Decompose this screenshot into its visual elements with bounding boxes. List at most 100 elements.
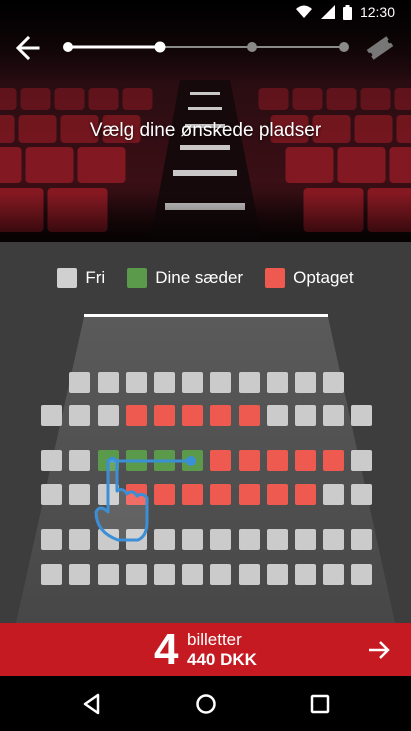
seat-free[interactable] bbox=[69, 529, 91, 550]
seat-map: Fri Dine sæder Optaget bbox=[0, 242, 411, 623]
seat-free[interactable] bbox=[323, 405, 345, 426]
seat-occupied bbox=[323, 450, 345, 471]
seat-free[interactable] bbox=[97, 405, 119, 426]
wifi-icon bbox=[295, 5, 312, 18]
signal-icon bbox=[320, 5, 335, 19]
seat-free[interactable] bbox=[41, 564, 63, 585]
seat-free[interactable] bbox=[125, 564, 147, 585]
seat-free[interactable] bbox=[351, 484, 373, 505]
seat-free[interactable] bbox=[154, 564, 175, 585]
battery-icon bbox=[342, 4, 352, 20]
hero-title: Vælg dine ønskede pladser bbox=[89, 120, 322, 141]
seat-free[interactable] bbox=[266, 372, 288, 393]
seat-occupied bbox=[125, 405, 147, 426]
seat-occupied bbox=[210, 405, 232, 426]
progress-step bbox=[63, 42, 73, 52]
seat-free[interactable] bbox=[351, 450, 373, 471]
legend-swatch bbox=[265, 268, 286, 288]
seat-free[interactable] bbox=[69, 484, 91, 505]
home-circle-icon[interactable] bbox=[192, 690, 220, 718]
ticket-icon[interactable] bbox=[364, 34, 396, 62]
seat-free[interactable] bbox=[125, 529, 147, 550]
seat-free[interactable] bbox=[41, 450, 63, 471]
seat-free[interactable] bbox=[154, 529, 175, 550]
booking-progress bbox=[63, 41, 349, 53]
seat-free[interactable] bbox=[238, 372, 260, 393]
legend-item-occupied: Optaget bbox=[265, 268, 354, 288]
progress-step bbox=[247, 42, 257, 52]
arrow-right-icon[interactable] bbox=[364, 635, 394, 665]
seat-free[interactable] bbox=[69, 372, 91, 393]
seat-free[interactable] bbox=[69, 405, 91, 426]
system-nav-bar bbox=[0, 676, 411, 731]
seat-free[interactable] bbox=[182, 564, 204, 585]
seat-selected[interactable] bbox=[154, 450, 175, 471]
checkout-bar[interactable]: 4 billetter 440 DKK bbox=[0, 623, 411, 676]
seat-occupied bbox=[154, 484, 175, 505]
seat-occupied bbox=[238, 484, 260, 505]
seat-free[interactable] bbox=[154, 372, 175, 393]
seat-occupied bbox=[238, 405, 260, 426]
seat-free[interactable] bbox=[97, 372, 119, 393]
back-triangle-icon[interactable] bbox=[78, 690, 106, 718]
seat-free[interactable] bbox=[323, 529, 345, 550]
seat-free[interactable] bbox=[351, 405, 373, 426]
seat-free[interactable] bbox=[41, 529, 63, 550]
seat-free[interactable] bbox=[295, 372, 316, 393]
seat-free[interactable] bbox=[97, 564, 119, 585]
seat-free[interactable] bbox=[266, 405, 288, 426]
seat-occupied bbox=[182, 484, 204, 505]
status-bar: 12:30 bbox=[0, 0, 411, 24]
seat-free[interactable] bbox=[182, 372, 204, 393]
progress-step bbox=[154, 41, 166, 53]
seat-free[interactable] bbox=[238, 529, 260, 550]
seat-occupied bbox=[182, 405, 204, 426]
seat-free[interactable] bbox=[41, 405, 63, 426]
seat-free[interactable] bbox=[295, 405, 316, 426]
recents-square-icon[interactable] bbox=[306, 690, 334, 718]
status-time: 12:30 bbox=[359, 4, 395, 20]
seat-occupied bbox=[295, 450, 316, 471]
seat-free[interactable] bbox=[323, 484, 345, 505]
seat-occupied bbox=[295, 484, 316, 505]
seat-free[interactable] bbox=[97, 484, 119, 505]
seat-selected[interactable] bbox=[182, 450, 204, 471]
seat-free[interactable] bbox=[69, 564, 91, 585]
seat-free[interactable] bbox=[266, 529, 288, 550]
cinema-screen bbox=[84, 314, 328, 317]
legend-label: Fri bbox=[85, 268, 106, 287]
seat-free[interactable] bbox=[351, 564, 373, 585]
total-price: 440 DKK bbox=[187, 650, 257, 669]
seat-free[interactable] bbox=[97, 529, 119, 550]
seat-legend: Fri Dine sæder Optaget bbox=[0, 268, 411, 288]
ticket-count: 4 bbox=[154, 625, 179, 674]
seat-free[interactable] bbox=[351, 529, 373, 550]
seat-occupied bbox=[266, 450, 288, 471]
seat-free[interactable] bbox=[238, 564, 260, 585]
seat-free[interactable] bbox=[295, 529, 316, 550]
seat-free[interactable] bbox=[323, 372, 345, 393]
seat-occupied bbox=[125, 484, 147, 505]
seat-selected[interactable] bbox=[125, 450, 147, 471]
seat-occupied bbox=[266, 484, 288, 505]
legend-label: Dine sæder bbox=[155, 268, 244, 287]
seat-occupied bbox=[238, 450, 260, 471]
seat-free[interactable] bbox=[210, 564, 232, 585]
seat-free[interactable] bbox=[69, 450, 91, 471]
legend-item-selected: Dine sæder bbox=[127, 268, 243, 288]
seat-occupied bbox=[210, 484, 232, 505]
seat-free[interactable] bbox=[210, 529, 232, 550]
seat-occupied bbox=[154, 405, 175, 426]
seat-free[interactable] bbox=[323, 564, 345, 585]
seat-free[interactable] bbox=[266, 564, 288, 585]
seat-free[interactable] bbox=[295, 564, 316, 585]
legend-swatch bbox=[127, 268, 148, 288]
seat-selected[interactable] bbox=[97, 450, 119, 471]
top-navigation bbox=[0, 24, 411, 72]
seat-free[interactable] bbox=[210, 372, 232, 393]
seat-free[interactable] bbox=[125, 372, 147, 393]
seat-free[interactable] bbox=[182, 529, 204, 550]
tickets-label: billetter bbox=[187, 630, 242, 649]
arrow-left-icon[interactable] bbox=[10, 30, 46, 66]
seat-free[interactable] bbox=[41, 484, 63, 505]
